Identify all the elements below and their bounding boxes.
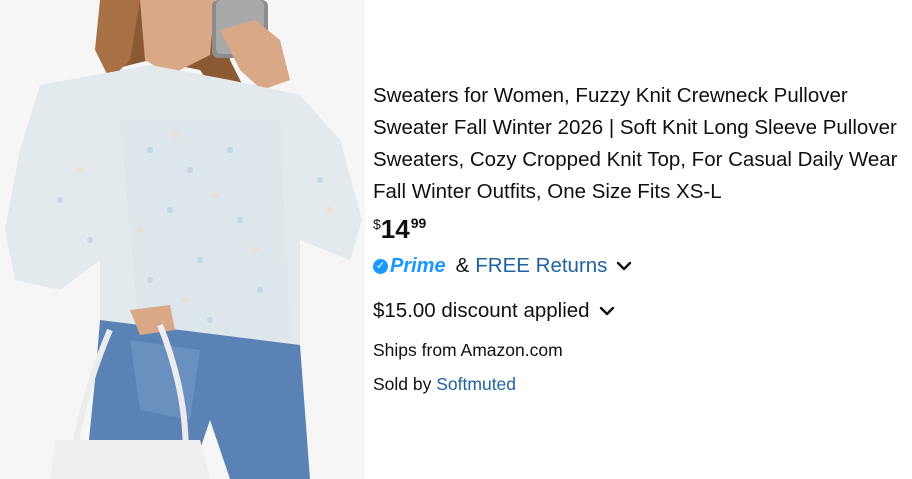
price-fraction: 99: [410, 215, 427, 231]
sold-by: Sold by Softmuted: [373, 372, 907, 396]
prime-label: Prime: [390, 254, 446, 277]
product-info: Sweaters for Women, Fuzzy Knit Crewneck …: [373, 80, 907, 396]
prime-badge[interactable]: ✓ Prime: [373, 255, 446, 278]
prime-returns-row: ✓ Prime & FREE Returns: [373, 246, 907, 286]
sold-by-prefix: Sold by: [373, 374, 432, 394]
free-returns-link[interactable]: FREE Returns: [475, 254, 607, 278]
seller-link[interactable]: Softmuted: [436, 374, 516, 394]
check-icon: ✓: [373, 258, 388, 274]
discount-row: $15.00 discount applied: [373, 294, 907, 328]
price-currency: $: [373, 216, 381, 232]
discount-label: $15.00 discount applied: [373, 299, 590, 322]
product-photo: [0, 0, 365, 479]
ampersand: &: [455, 254, 470, 277]
product-title[interactable]: Sweaters for Women, Fuzzy Knit Crewneck …: [373, 80, 907, 208]
chevron-down-icon[interactable]: [615, 257, 633, 275]
product-price: $ 14 99: [373, 212, 907, 246]
product-image[interactable]: [0, 0, 365, 479]
price-whole: 14: [380, 214, 410, 244]
chevron-down-icon[interactable]: [598, 302, 616, 320]
ships-from: Ships from Amazon.com: [373, 340, 563, 360]
